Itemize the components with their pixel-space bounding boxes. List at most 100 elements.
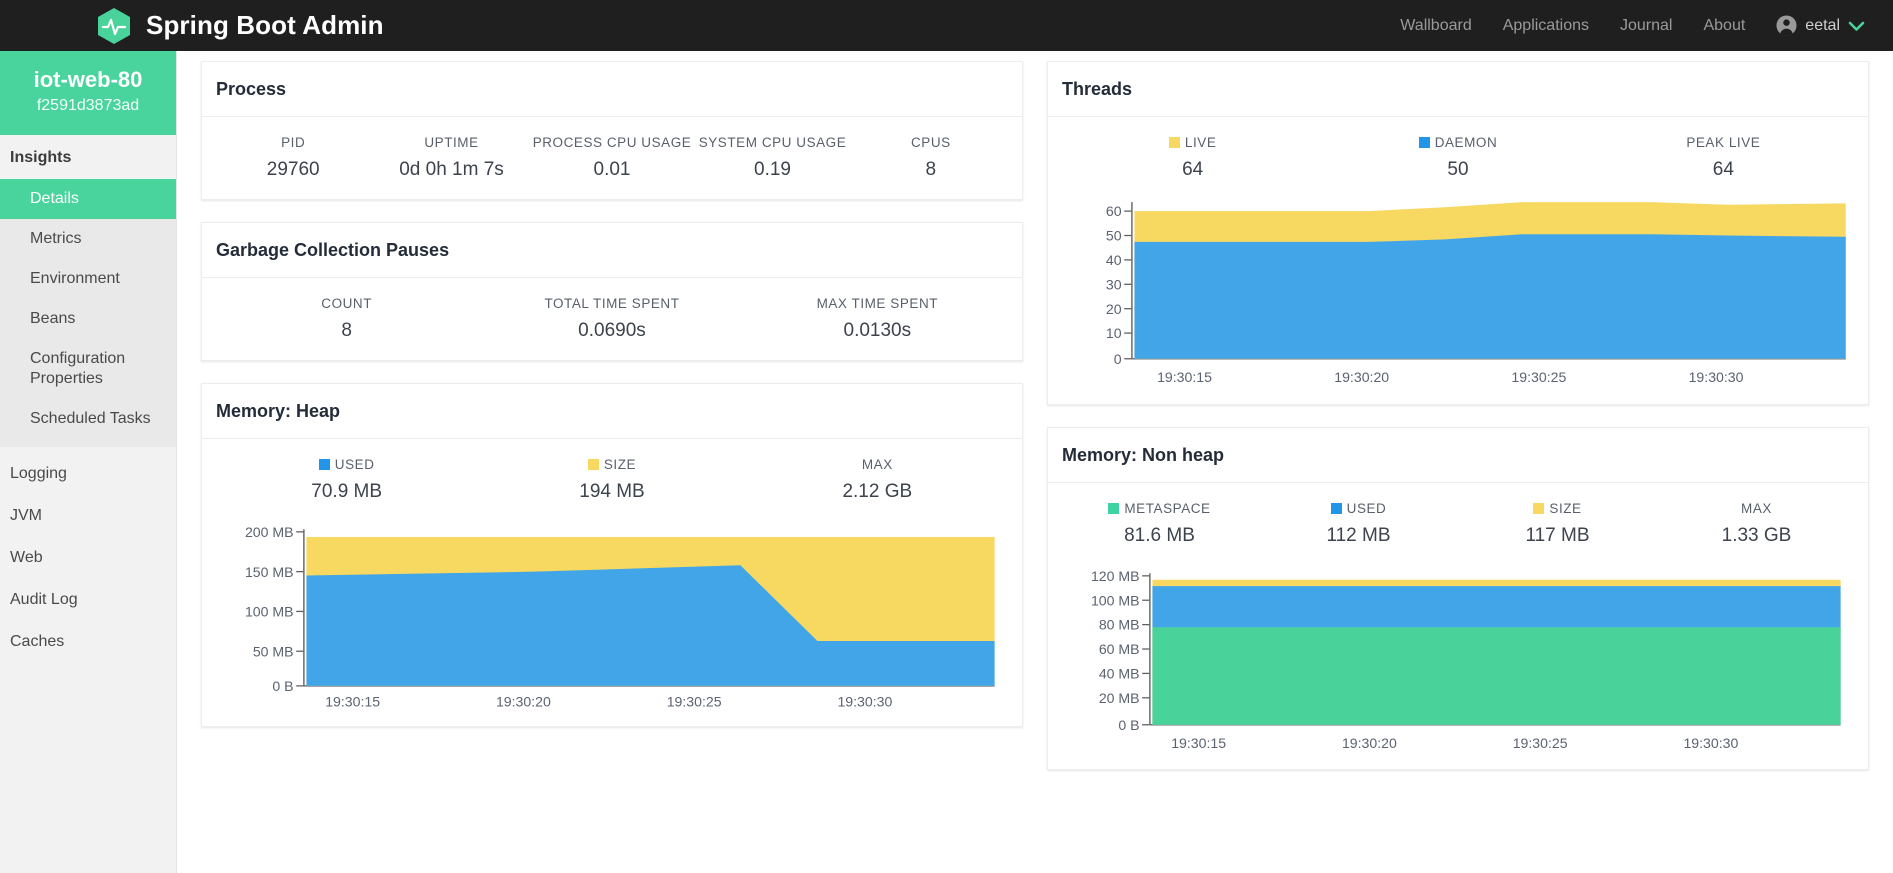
svg-text:10: 10	[1106, 325, 1122, 341]
memory-nonheap-card-body: METASPACE 81.6 MB USED 112 MB SIZE 117 M…	[1048, 483, 1868, 770]
stat-threads-daemon: DAEMON 50	[1325, 131, 1590, 185]
stat-pid: PID 29760	[214, 131, 372, 185]
legend-swatch-metaspace	[1108, 502, 1120, 514]
main-content: Process PID 29760 UPTIME 0d 0h 1m 7s PRO…	[177, 51, 1893, 873]
gc-pauses-card-header: Garbage Collection Pauses	[202, 223, 1022, 278]
stat-value: 8	[341, 320, 352, 341]
sidebar-instance-id: f2591d3873ad	[36, 97, 140, 115]
sidebar-item-caches[interactable]: Caches	[0, 621, 176, 663]
svg-text:0: 0	[1114, 351, 1122, 367]
sidebar-item-scheduled-tasks[interactable]: Scheduled Tasks	[0, 399, 176, 439]
memory-heap-stats: USED 70.9 MB SIZE 194 MB MAX 2.12 GB	[214, 453, 1010, 507]
user-circle-icon	[1776, 15, 1797, 36]
nav-link-journal[interactable]: Journal	[1620, 17, 1672, 35]
stat-value: 0d 0h 1m 7s	[399, 159, 504, 180]
stat-heap-max: MAX 2.12 GB	[745, 453, 1010, 507]
svg-text:20 MB: 20 MB	[1099, 690, 1140, 706]
stat-label: PROCESS CPU USAGE	[532, 135, 692, 150]
memory-nonheap-chart-svg: 120 MB 100 MB 80 MB 60 MB 40 MB 20 MB 0 …	[1091, 568, 1841, 750]
gc-stats: COUNT 8 TOTAL TIME SPENT 0.0690s MAX TIM…	[214, 292, 1010, 346]
memory-nonheap-card-header: Memory: Non heap	[1048, 428, 1868, 483]
sidebar-root-group: Logging JVM Web Audit Log Caches	[0, 447, 176, 664]
stat-label: SIZE	[603, 457, 637, 472]
process-card-title: Process	[216, 79, 287, 99]
svg-text:19:30:20: 19:30:20	[1342, 734, 1397, 750]
stat-gc-count: COUNT 8	[214, 292, 479, 346]
sidebar-item-web[interactable]: Web	[0, 537, 176, 579]
stat-value: 1.33 GB	[1721, 524, 1792, 546]
svg-text:200 MB: 200 MB	[245, 524, 294, 540]
legend-swatch-used	[1330, 502, 1342, 514]
svg-text:60 MB: 60 MB	[1099, 641, 1140, 657]
stat-nonheap-metaspace: METASPACE 81.6 MB	[1060, 497, 1259, 551]
stat-heap-size: SIZE 194 MB	[479, 453, 744, 507]
svg-text:19:30:20: 19:30:20	[1334, 369, 1389, 385]
stat-label: MAX TIME SPENT	[816, 296, 939, 311]
stat-value: 0.0690s	[578, 320, 646, 341]
svg-text:19:30:20: 19:30:20	[496, 693, 551, 709]
stat-label: UPTIME	[424, 135, 479, 150]
threads-stats: LIVE 64 DAEMON 50 PEAK LIVE 64	[1060, 131, 1856, 185]
svg-text:30: 30	[1106, 276, 1122, 292]
stat-nonheap-size: SIZE 117 MB	[1458, 497, 1657, 551]
legend-swatch-size	[1533, 502, 1545, 514]
svg-text:120 MB: 120 MB	[1091, 568, 1140, 584]
stat-label: SIZE	[1549, 500, 1582, 516]
stat-value: 117 MB	[1525, 524, 1590, 546]
process-card: Process PID 29760 UPTIME 0d 0h 1m 7s PRO…	[201, 61, 1023, 200]
threads-card-body: LIVE 64 DAEMON 50 PEAK LIVE 64 60 50 40 …	[1048, 117, 1868, 404]
brand-title: Spring Boot Admin	[146, 10, 384, 40]
svg-text:19:30:25: 19:30:25	[1513, 734, 1568, 750]
legend-swatch-size	[587, 459, 599, 470]
brand[interactable]: Spring Boot Admin	[96, 7, 384, 45]
sidebar-item-logging[interactable]: Logging	[0, 453, 176, 495]
svg-text:60: 60	[1106, 203, 1122, 219]
stat-heap-used: USED 70.9 MB	[214, 453, 479, 507]
nav-link-wallboard[interactable]: Wallboard	[1400, 17, 1471, 35]
threads-card-title: Threads	[1062, 79, 1133, 99]
legend-swatch-used	[318, 459, 330, 470]
nav-link-applications[interactable]: Applications	[1503, 17, 1589, 35]
nav-link-about[interactable]: About	[1703, 17, 1745, 35]
threads-chart: 60 50 40 30 20 10 0 19:30:15 19:30:20 19…	[1060, 197, 1856, 390]
svg-text:0 B: 0 B	[1118, 716, 1139, 732]
sidebar-group-insights-label: Insights	[10, 149, 72, 167]
stat-gc-total-time-spent: TOTAL TIME SPENT 0.0690s	[479, 292, 744, 346]
sidebar-item-audit-log[interactable]: Audit Log	[0, 579, 176, 621]
memory-heap-card-header: Memory: Heap	[202, 384, 1022, 439]
svg-text:50: 50	[1106, 228, 1122, 244]
gc-pauses-card-title: Garbage Collection Pauses	[216, 240, 450, 260]
memory-nonheap-card: Memory: Non heap METASPACE 81.6 MB USED …	[1047, 426, 1869, 771]
memory-nonheap-stats: METASPACE 81.6 MB USED 112 MB SIZE 117 M…	[1060, 497, 1856, 551]
svg-text:19:30:30: 19:30:30	[1689, 369, 1744, 385]
svg-text:20: 20	[1106, 301, 1122, 317]
stat-value: 50	[1447, 159, 1469, 180]
stat-value: 8	[925, 159, 937, 180]
svg-text:50 MB: 50 MB	[253, 643, 294, 659]
sidebar-item-beans[interactable]: Beans	[0, 299, 176, 339]
user-name: eetal	[1805, 16, 1840, 34]
left-column: Process PID 29760 UPTIME 0d 0h 1m 7s PRO…	[201, 61, 1023, 792]
user-menu[interactable]: eetal	[1776, 15, 1865, 36]
chevron-down-icon[interactable]	[1848, 20, 1865, 32]
stat-nonheap-used: USED 112 MB	[1259, 497, 1458, 551]
svg-text:19:30:15: 19:30:15	[1157, 369, 1212, 385]
sidebar-item-metrics[interactable]: Metrics	[0, 219, 176, 259]
process-stats: PID 29760 UPTIME 0d 0h 1m 7s PROCESS CPU…	[214, 131, 1010, 185]
sidebar-item-details[interactable]: Details	[0, 179, 176, 220]
stat-value: 81.6 MB	[1124, 524, 1195, 546]
memory-nonheap-chart: 120 MB 100 MB 80 MB 60 MB 40 MB 20 MB 0 …	[1060, 563, 1856, 756]
sidebar-item-configuration-properties[interactable]: Configuration Properties	[0, 339, 176, 399]
stat-label: SYSTEM CPU USAGE	[698, 135, 847, 150]
svg-text:19:30:25: 19:30:25	[667, 693, 722, 709]
sidebar-item-environment[interactable]: Environment	[0, 259, 176, 299]
sidebar-item-jvm[interactable]: JVM	[0, 495, 176, 537]
stat-label: COUNT	[321, 296, 373, 311]
stat-value: 2.12 GB	[842, 481, 913, 502]
stat-cpus: CPUS 8	[852, 131, 1010, 185]
memory-heap-chart-svg: 200 MB 150 MB 100 MB 50 MB 0 B 19:30:15 …	[245, 524, 995, 709]
stat-label: MAX	[861, 457, 893, 472]
stat-uptime: UPTIME 0d 0h 1m 7s	[372, 131, 530, 185]
stat-label: PEAK LIVE	[1686, 135, 1761, 150]
stat-system-cpu-usage: SYSTEM CPU USAGE 0.19	[693, 131, 851, 185]
